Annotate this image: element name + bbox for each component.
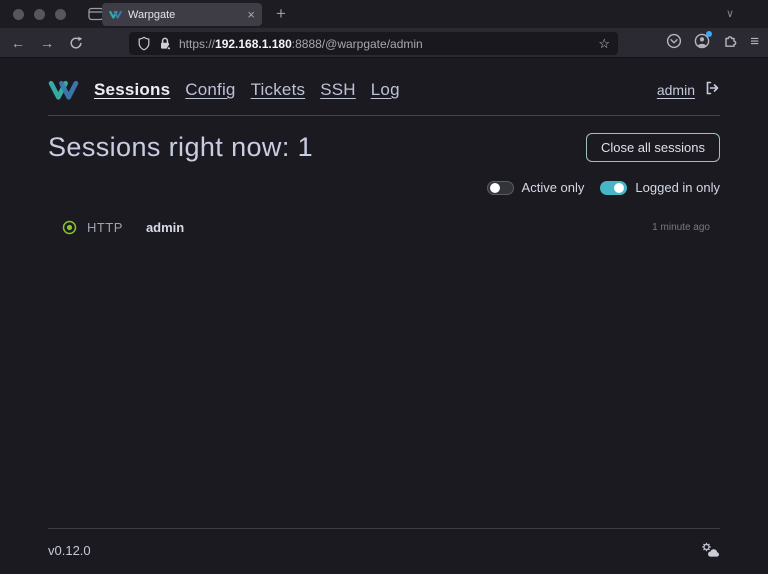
theme-toggle-icon[interactable] — [701, 542, 720, 558]
browser-tab-bar: Warpgate × + ∨ — [0, 0, 768, 28]
nav-link-sessions[interactable]: Sessions — [94, 80, 170, 100]
session-filters: Active only Logged in only — [48, 180, 720, 195]
url-domain: 192.168.1.180 — [215, 37, 292, 51]
tab-title: Warpgate — [128, 9, 247, 21]
logout-icon[interactable] — [704, 80, 720, 101]
toggle-knob — [614, 183, 624, 193]
toggle-knob — [490, 183, 500, 193]
toggle-logged-in-only[interactable] — [600, 181, 627, 195]
main-nav: Sessions Config Tickets SSH Log — [94, 80, 400, 100]
nav-link-config[interactable]: Config — [185, 80, 235, 100]
session-live-status-icon — [62, 220, 77, 235]
toggle-active-only[interactable] — [487, 181, 514, 195]
tracking-shield-icon[interactable] — [137, 36, 151, 51]
session-age: 1 minute ago — [652, 222, 710, 233]
user-profile-link[interactable]: admin — [657, 82, 695, 98]
nav-user-area: admin — [657, 80, 720, 101]
app-footer: v0.12.0 — [48, 528, 720, 558]
page-title: Sessions right now: 1 — [48, 132, 313, 163]
url-protocol: https:// — [179, 37, 215, 51]
connection-lock-warning-icon[interactable] — [158, 36, 172, 51]
window-zoom-button[interactable] — [55, 9, 66, 20]
url-text[interactable]: https://192.168.1.180:8888/@warpgate/adm… — [179, 37, 598, 51]
menu-hamburger-icon[interactable]: ≡ — [750, 34, 759, 49]
header-divider — [48, 115, 720, 116]
nav-link-log[interactable]: Log — [371, 80, 400, 100]
app-header: Sessions Config Tickets SSH Log admin — [48, 58, 720, 105]
nav-link-ssh[interactable]: SSH — [320, 80, 356, 100]
window-controls[interactable] — [13, 9, 66, 20]
url-path: :8888/@warpgate/admin — [292, 37, 423, 51]
nav-link-tickets[interactable]: Tickets — [251, 80, 306, 100]
warpgate-admin-page: Sessions Config Tickets SSH Log admin — [0, 58, 768, 574]
close-all-sessions-button[interactable]: Close all sessions — [586, 133, 720, 162]
tab-close-icon[interactable]: × — [247, 8, 255, 21]
new-tab-button[interactable]: + — [276, 4, 286, 24]
pocket-icon[interactable] — [666, 33, 682, 49]
session-row[interactable]: HTTP admin 1 minute ago — [48, 220, 720, 235]
toolbar-right-icons: ≡ — [666, 33, 759, 49]
toggle-logged-in-only-label: Logged in only — [635, 180, 720, 195]
forward-button[interactable]: → — [40, 36, 54, 50]
warpgate-favicon-icon — [109, 10, 122, 20]
app-version: v0.12.0 — [48, 543, 91, 558]
extensions-puzzle-icon[interactable] — [722, 33, 738, 49]
browser-tab-warpgate[interactable]: Warpgate × — [102, 3, 262, 26]
session-protocol: HTTP — [87, 220, 123, 235]
account-notification-dot — [706, 31, 712, 37]
bookmark-star-icon[interactable]: ☆ — [598, 36, 610, 52]
warpgate-logo-icon[interactable] — [48, 80, 79, 101]
tab-list-chevron-icon[interactable]: ∨ — [726, 7, 734, 20]
window-close-button[interactable] — [13, 9, 24, 20]
reload-icon[interactable] — [69, 36, 83, 50]
session-username: admin — [146, 220, 184, 235]
account-icon[interactable] — [694, 33, 710, 49]
back-button[interactable]: ← — [11, 36, 25, 50]
url-bar[interactable]: https://192.168.1.180:8888/@warpgate/adm… — [129, 32, 618, 55]
toggle-active-only-label: Active only — [522, 180, 585, 195]
window-minimize-button[interactable] — [34, 9, 45, 20]
